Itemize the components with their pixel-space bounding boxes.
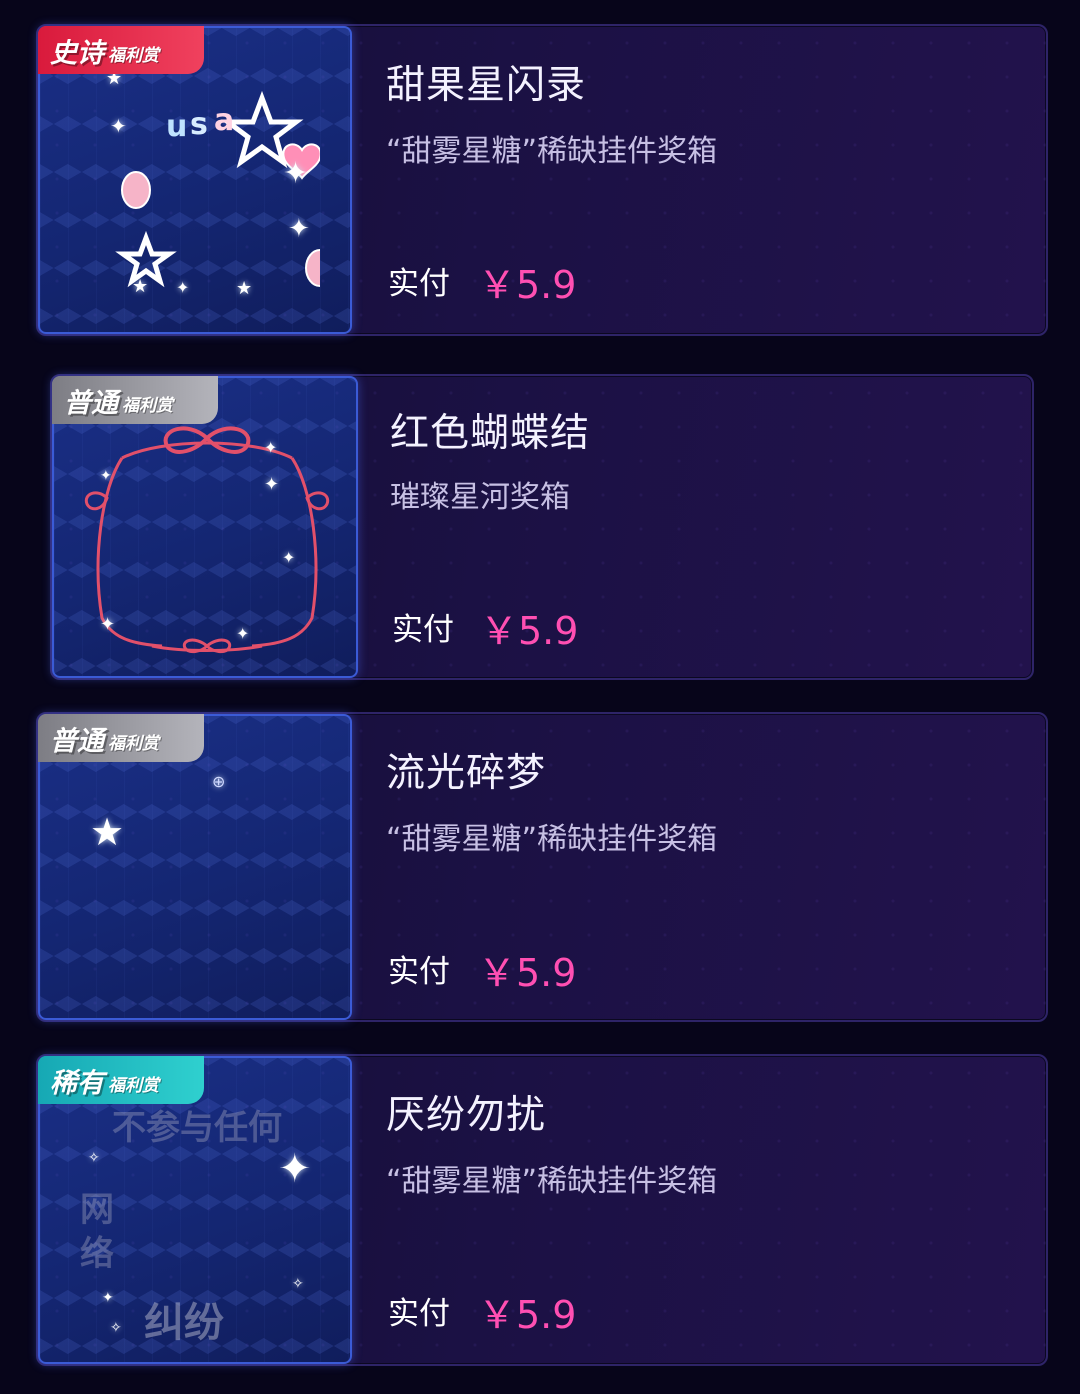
badge-rarity-label: 稀有 xyxy=(50,1068,104,1099)
reward-card[interactable]: u s a ✦ ✦ ✦ ★ ✦ ★ ★ 史诗 福利赏 甜果星闪录 “甜雾星糖”稀… xyxy=(36,24,1048,336)
pay-label: 实付 xyxy=(392,612,454,648)
sparkle-icon: ✦ xyxy=(264,438,278,457)
thumb-text-line: 不参与任何 xyxy=(112,1108,282,1148)
badge-rarity-label: 普通 xyxy=(64,388,118,419)
svg-text:s: s xyxy=(190,107,208,142)
sparkle-icon: ✦ xyxy=(278,1146,312,1192)
sparkle-icon: ⊕ xyxy=(212,772,226,791)
sparkle-icon: ✦ xyxy=(283,156,309,191)
price: ￥5.9 xyxy=(478,1293,577,1337)
svg-text:u: u xyxy=(166,109,187,144)
reward-card[interactable]: ★ ⊕ 普通 福利赏 流光碎梦 “甜雾星糖”稀缺挂件奖箱 实付 ￥5.9 xyxy=(36,712,1048,1022)
badge-rarity-label: 普通 xyxy=(50,726,104,757)
rarity-badge: 普通 福利赏 xyxy=(52,376,218,424)
item-subtitle: “甜雾星糖”稀缺挂件奖箱 xyxy=(386,822,718,857)
sparkle-icon: ✦ xyxy=(110,114,127,138)
sparkle-icon: ✧ xyxy=(88,1150,100,1166)
badge-sub-label: 福利赏 xyxy=(108,46,159,66)
badge-sub-label: 福利赏 xyxy=(108,734,159,754)
item-subtitle: “甜雾星糖”稀缺挂件奖箱 xyxy=(386,134,718,169)
sparkle-icon: ✦ xyxy=(100,614,116,635)
sparkle-icon: ★ xyxy=(132,276,149,297)
reward-card[interactable]: ✦ ✦ ✦ ✦ ✦ ✦ 普通 福利赏 红色蝴蝶结 璀璨星河奖箱 实付 ￥5.9 xyxy=(50,374,1034,680)
sparkle-icon: ✧ xyxy=(292,1276,304,1292)
thumb-text-line: 纠纷 xyxy=(144,1300,224,1346)
svg-text:a: a xyxy=(214,103,234,138)
thumb-text-char: 络 xyxy=(80,1234,114,1274)
badge-sub-label: 福利赏 xyxy=(122,396,173,416)
sparkle-icon: ✦ xyxy=(264,474,280,495)
sparkle-icon: ✦ xyxy=(288,214,310,244)
item-title: 甜果星闪录 xyxy=(386,63,587,108)
price: ￥5.9 xyxy=(480,609,579,653)
item-title: 厌纷勿扰 xyxy=(386,1093,547,1138)
thumb-text-char: 网 xyxy=(80,1190,114,1230)
item-title: 流光碎梦 xyxy=(386,751,547,796)
rarity-badge: 稀有 福利赏 xyxy=(38,1056,204,1104)
price: ￥5.9 xyxy=(478,951,577,995)
rarity-badge: 普通 福利赏 xyxy=(38,714,204,762)
rarity-badge: 史诗 福利赏 xyxy=(38,26,204,74)
item-subtitle: 璀璨星河奖箱 xyxy=(390,480,570,515)
pay-label: 实付 xyxy=(388,954,450,990)
sparkle-icon: ✦ xyxy=(176,278,190,297)
sparkle-icon: ✦ xyxy=(282,548,296,567)
sparkle-icon: ✦ xyxy=(102,1290,114,1306)
sparkle-icon: ✧ xyxy=(110,1320,122,1336)
sparkle-icon: ✦ xyxy=(236,624,250,643)
ribbon-bow-decoration xyxy=(82,418,332,658)
item-title: 红色蝴蝶结 xyxy=(390,411,591,456)
sparkle-icon: ★ xyxy=(236,278,253,299)
item-subtitle: “甜雾星糖”稀缺挂件奖箱 xyxy=(386,1164,718,1199)
star-icon: ★ xyxy=(90,810,125,854)
reward-card[interactable]: 不参与任何 网 络 纠纷 ✦ ✧ ✧ ✦ ✧ 稀有 福利赏 厌纷勿扰 “甜雾星糖… xyxy=(36,1054,1048,1366)
pay-label: 实付 xyxy=(388,266,450,302)
price: ￥5.9 xyxy=(478,263,577,307)
badge-sub-label: 福利赏 xyxy=(108,1076,159,1096)
badge-rarity-label: 史诗 xyxy=(50,38,104,69)
pay-label: 实付 xyxy=(388,1296,450,1332)
sparkle-icon: ✦ xyxy=(100,468,112,484)
